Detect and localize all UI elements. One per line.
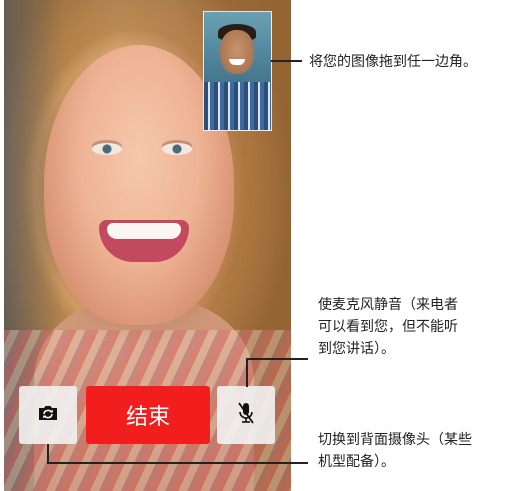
mute-callout-line-h: [246, 358, 308, 360]
end-call-button[interactable]: 结束: [86, 386, 210, 444]
preview-callout-line: [271, 60, 302, 62]
mute-callout-line-v: [246, 358, 248, 387]
mute-button[interactable]: [217, 386, 275, 444]
camera-callout-line-h: [47, 462, 308, 464]
microphone-mute-icon: [236, 401, 256, 429]
mute-callout-text: 使麦克风静音（来电者 可以看到您，但不能听 到您讲话）。: [318, 297, 458, 357]
end-call-label: 结束: [125, 405, 170, 430]
self-preview-video[interactable]: [203, 11, 272, 131]
camera-callout-text: 切换到背面摄像头（某些 机型配备）。: [318, 432, 472, 470]
camera-rotate-icon: [37, 404, 59, 426]
camera-callout-line-v: [47, 444, 49, 463]
preview-callout-text: 将您的图像拖到任一边角。: [309, 54, 477, 70]
switch-camera-button[interactable]: [19, 386, 77, 444]
